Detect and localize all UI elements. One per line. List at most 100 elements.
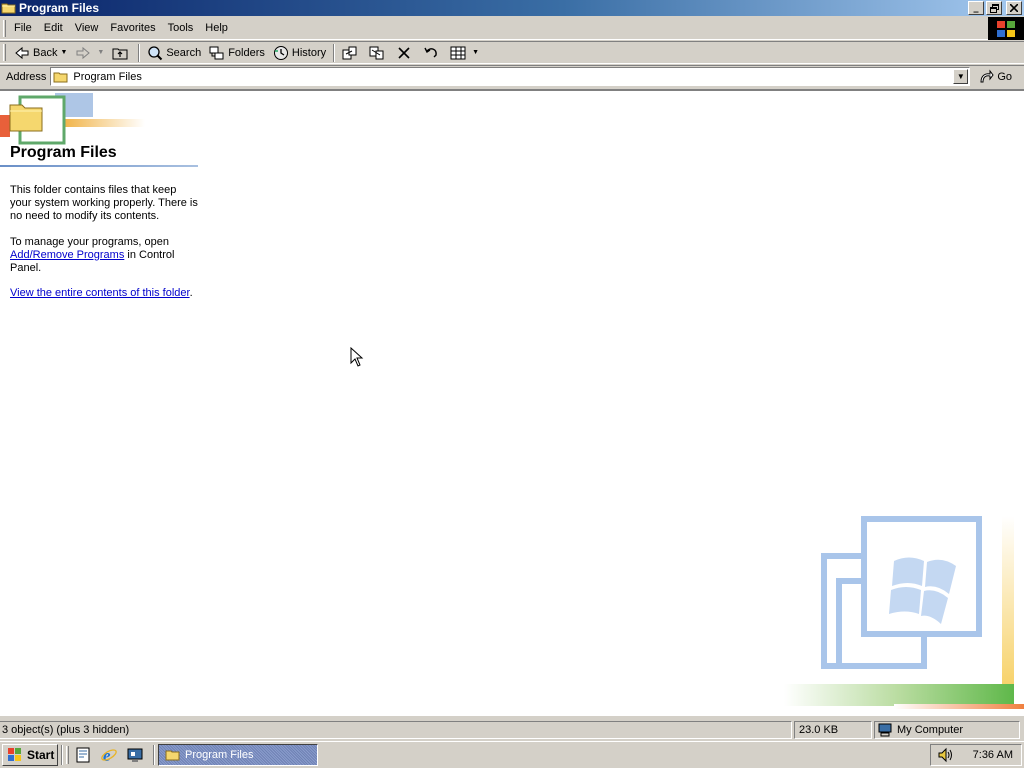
- menu-edit[interactable]: Edit: [38, 20, 69, 36]
- address-input[interactable]: Program Files ▼: [50, 67, 971, 86]
- search-label: Search: [166, 46, 202, 59]
- quicklaunch-desktop-button[interactable]: [124, 744, 146, 766]
- copy-to-icon: [369, 45, 385, 61]
- windows-logo-icon: [988, 17, 1024, 40]
- history-icon: [273, 45, 289, 61]
- minimize-icon: _: [973, 2, 979, 13]
- history-label: History: [291, 46, 327, 59]
- menu-grip[interactable]: [3, 19, 6, 37]
- move-to-icon: [342, 45, 358, 61]
- folder-heading: Program Files: [10, 144, 117, 161]
- quicklaunch-outlook-button[interactable]: [72, 744, 94, 766]
- toolbar-separator: [333, 43, 336, 62]
- folder-description: This folder contains files that keep you…: [10, 184, 198, 222]
- menu-favorites[interactable]: Favorites: [104, 20, 161, 36]
- folder-view[interactable]: Program Files This folder contains files…: [0, 89, 1024, 716]
- status-size: 23.0 KB: [794, 721, 872, 739]
- go-label: Go: [997, 70, 1013, 83]
- toolbar-separator: [138, 43, 141, 62]
- go-button[interactable]: Go: [978, 69, 1012, 85]
- address-value: Program Files: [73, 70, 142, 83]
- address-bar: Address Program Files ▼ Go: [0, 65, 1024, 87]
- taskbar: Start e Program Files 7:36 AM: [0, 741, 1024, 768]
- forward-dropdown-icon[interactable]: ▼: [97, 49, 104, 56]
- windows-watermark-graphic: [784, 516, 1024, 709]
- add-remove-programs-link[interactable]: Add/Remove Programs: [10, 249, 124, 261]
- delete-x-icon: [396, 45, 412, 61]
- folders-label: Folders: [228, 46, 265, 59]
- move-to-button[interactable]: [338, 43, 365, 63]
- standard-toolbar: Back ▼ ▼ Search Folders History ▼: [0, 41, 1024, 64]
- address-label: Address: [6, 70, 47, 83]
- quick-launch-grip[interactable]: [66, 746, 69, 764]
- up-folder-button[interactable]: [108, 43, 135, 63]
- taskbar-separator: [61, 745, 63, 765]
- title-bar[interactable]: Program Files _: [0, 0, 1024, 16]
- clock[interactable]: 7:36 AM: [973, 749, 1013, 761]
- heading-divider: [0, 165, 198, 167]
- view-contents-period: .: [189, 287, 193, 299]
- object-count-text: 3 object(s) (plus 3 hidden): [2, 724, 130, 736]
- menu-file[interactable]: File: [8, 20, 38, 36]
- folder-icon: [1, 1, 17, 15]
- search-icon: [147, 45, 163, 61]
- restore-button[interactable]: [986, 1, 1002, 15]
- back-label: Back: [33, 46, 58, 59]
- manage-text-before: To manage your programs, open: [10, 236, 169, 248]
- windows-flag-icon: [6, 747, 24, 763]
- back-arrow-icon: [14, 45, 30, 61]
- status-zone: My Computer: [874, 721, 1020, 739]
- mouse-pointer-icon: [350, 347, 364, 367]
- minimize-button[interactable]: _: [968, 1, 984, 15]
- go-arrow-icon: [978, 69, 994, 85]
- folder-banner-icon: [0, 93, 145, 145]
- menu-view[interactable]: View: [69, 20, 105, 36]
- close-button[interactable]: [1006, 1, 1022, 15]
- chevron-down-icon: ▼: [956, 72, 965, 81]
- copy-to-button[interactable]: [365, 43, 392, 63]
- undo-icon: [423, 45, 439, 61]
- folders-icon: [209, 45, 225, 61]
- forward-arrow-icon: [75, 45, 91, 61]
- start-label: Start: [27, 748, 55, 762]
- forward-button[interactable]: ▼: [71, 43, 108, 63]
- internet-explorer-icon: e: [101, 746, 117, 764]
- views-dropdown-icon[interactable]: ▼: [472, 49, 479, 56]
- status-objects: 3 object(s) (plus 3 hidden): [0, 721, 792, 739]
- folder-icon: [53, 70, 69, 84]
- zone-text: My Computer: [897, 724, 964, 736]
- outlook-express-icon: [76, 747, 90, 763]
- window-title: Program Files: [19, 1, 100, 15]
- history-button[interactable]: History: [269, 43, 330, 63]
- view-contents-link[interactable]: View the entire contents of this folder: [10, 287, 190, 299]
- volume-speaker-icon[interactable]: [937, 747, 955, 763]
- folder-icon: [165, 748, 181, 762]
- menu-tools[interactable]: Tools: [162, 20, 200, 36]
- close-icon: [1010, 4, 1018, 12]
- manage-programs-text: To manage your programs, open Add/Remove…: [10, 236, 200, 275]
- menu-help[interactable]: Help: [199, 20, 234, 36]
- search-button[interactable]: Search: [143, 43, 205, 63]
- taskbar-separator: [153, 745, 155, 765]
- task-label: Program Files: [185, 749, 254, 761]
- toolbar-grip[interactable]: [3, 44, 6, 61]
- show-desktop-icon: [127, 748, 143, 762]
- address-dropdown-button[interactable]: ▼: [953, 69, 969, 84]
- taskbar-window-program-files[interactable]: Program Files: [158, 744, 318, 766]
- views-button[interactable]: ▼: [446, 43, 483, 63]
- undo-button[interactable]: [419, 43, 446, 63]
- menu-bar: File Edit View Favorites Tools Help: [0, 17, 1024, 40]
- delete-button[interactable]: [392, 43, 419, 63]
- up-folder-icon: [112, 45, 128, 61]
- size-text: 23.0 KB: [799, 724, 839, 736]
- restore-icon: [989, 3, 999, 13]
- folders-button[interactable]: Folders: [205, 43, 269, 63]
- system-tray: 7:36 AM: [930, 744, 1022, 766]
- back-dropdown-icon[interactable]: ▼: [60, 49, 67, 56]
- quicklaunch-ie-button[interactable]: e: [98, 744, 120, 766]
- my-computer-icon: [877, 723, 893, 737]
- back-button[interactable]: Back ▼: [10, 43, 71, 63]
- start-button[interactable]: Start: [2, 744, 58, 766]
- status-bar: 3 object(s) (plus 3 hidden) 23.0 KB My C…: [0, 719, 1024, 741]
- views-grid-icon: [450, 45, 466, 61]
